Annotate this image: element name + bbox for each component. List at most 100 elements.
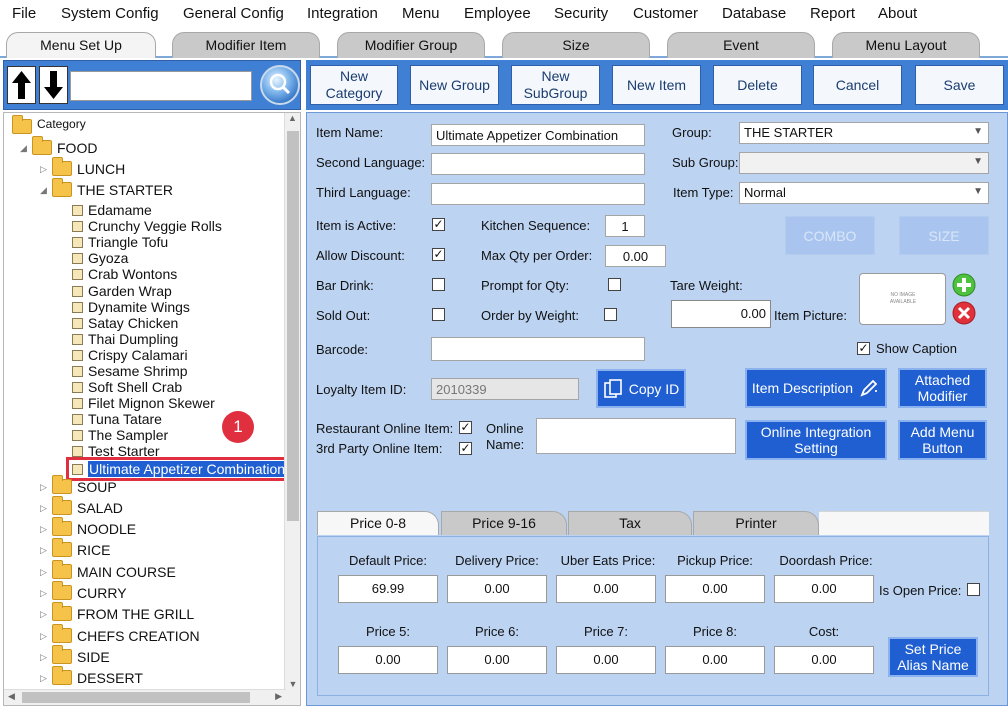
max-qty-input[interactable]: 0.00	[605, 245, 666, 267]
tree-vertical-scrollbar[interactable]: ▲ ▼	[284, 113, 300, 705]
collapse-icon[interactable]: ◢	[40, 185, 47, 196]
tree-node-chefs-creation[interactable]: CHEFS CREATION	[52, 624, 200, 644]
expand-icon[interactable]: ▷	[40, 524, 47, 535]
uber-eats-price-input[interactable]: 0.00	[556, 575, 656, 603]
menu-general-config[interactable]: General Config	[183, 5, 284, 22]
tree-item[interactable]: Crab Wontons	[72, 266, 177, 282]
item-picture[interactable]: NO IMAGE AVAILABLE	[859, 273, 946, 325]
set-price-alias-button[interactable]: Set Price Alias Name	[888, 637, 978, 677]
restaurant-online-checkbox[interactable]: ✓	[459, 421, 472, 434]
tree-item[interactable]: Crunchy Veggie Rolls	[72, 218, 222, 234]
tab-modifier-group[interactable]: Modifier Group	[337, 32, 485, 58]
tree-node-rice[interactable]: RICE	[52, 538, 110, 558]
collapse-icon[interactable]: ◢	[20, 143, 27, 154]
price-6-input[interactable]: 0.00	[447, 646, 547, 674]
tree-item[interactable]: Triangle Tofu	[72, 234, 168, 250]
expand-icon[interactable]: ▷	[40, 673, 47, 684]
attached-modifier-button[interactable]: Attached Modifier	[898, 368, 987, 408]
tare-weight-input[interactable]: 0.00	[671, 300, 771, 328]
cancel-button[interactable]: Cancel	[813, 65, 902, 105]
tree-node-main-course[interactable]: MAIN COURSE	[52, 560, 176, 580]
tree-node-curry[interactable]: CURRY	[52, 581, 127, 601]
doordash-price-input[interactable]: 0.00	[774, 575, 874, 603]
scroll-down-icon[interactable]: ▼	[285, 679, 300, 689]
show-caption-checkbox[interactable]: ✓	[857, 342, 870, 355]
tree-item[interactable]: Filet Mignon Skewer	[72, 395, 215, 411]
scroll-thumb[interactable]	[22, 692, 250, 703]
remove-picture-icon[interactable]	[952, 301, 976, 325]
tab-price-9-16[interactable]: Price 9-16	[441, 511, 567, 535]
tree-item[interactable]: The Sampler	[72, 427, 168, 443]
tree-node-soup[interactable]: SOUP	[52, 475, 117, 495]
menu-report[interactable]: Report	[810, 5, 855, 22]
scroll-thumb[interactable]	[287, 131, 299, 521]
scroll-right-icon[interactable]: ▶	[275, 691, 282, 702]
tree-item[interactable]: Soft Shell Crab	[72, 379, 182, 395]
third-party-online-checkbox[interactable]: ✓	[459, 442, 472, 455]
barcode-input[interactable]	[431, 337, 645, 361]
size-button[interactable]: SIZE	[899, 216, 989, 255]
second-language-input[interactable]	[431, 153, 645, 175]
search-input[interactable]	[70, 71, 252, 101]
tree-node-salad[interactable]: SALAD	[52, 496, 123, 516]
order-by-weight-checkbox[interactable]	[604, 308, 617, 321]
tree-item[interactable]: Gyoza	[72, 250, 128, 266]
sub-group-select[interactable]: ▼	[739, 152, 989, 174]
third-language-input[interactable]	[431, 183, 645, 205]
is-open-price-checkbox[interactable]	[967, 583, 980, 596]
kitchen-sequence-input[interactable]: 1	[605, 215, 645, 237]
expand-icon[interactable]: ▷	[40, 503, 47, 514]
scroll-up-icon[interactable]: ▲	[285, 113, 300, 123]
category-tree[interactable]: Category ◢ FOOD ▷ LUNCH ◢ THE STARTER Ed…	[3, 112, 301, 706]
tree-item[interactable]: Satay Chicken	[72, 315, 178, 331]
tree-item[interactable]: Dynamite Wings	[72, 299, 190, 315]
prompt-qty-checkbox[interactable]	[608, 278, 621, 291]
price-5-input[interactable]: 0.00	[338, 646, 438, 674]
tab-menu-layout[interactable]: Menu Layout	[832, 32, 980, 58]
delivery-price-input[interactable]: 0.00	[447, 575, 547, 603]
online-name-input[interactable]	[536, 418, 736, 454]
menu-menu[interactable]: Menu	[402, 5, 440, 22]
expand-icon[interactable]: ▷	[40, 164, 47, 175]
search-button[interactable]	[260, 65, 300, 105]
online-integration-button[interactable]: Online Integration Setting	[745, 420, 887, 460]
expand-icon[interactable]: ▷	[40, 482, 47, 493]
allow-discount-checkbox[interactable]: ✓	[432, 248, 445, 261]
item-description-button[interactable]: Item Description	[745, 368, 887, 408]
menu-database[interactable]: Database	[722, 5, 786, 22]
tab-menu-set-up[interactable]: Menu Set Up	[6, 32, 156, 58]
menu-about[interactable]: About	[878, 5, 917, 22]
add-picture-icon[interactable]	[952, 273, 976, 297]
item-active-checkbox[interactable]: ✓	[432, 218, 445, 231]
menu-customer[interactable]: Customer	[633, 5, 698, 22]
new-subgroup-button[interactable]: New SubGroup	[511, 65, 600, 105]
tree-node-food[interactable]: FOOD	[32, 136, 97, 156]
default-price-input[interactable]: 69.99	[338, 575, 438, 603]
move-down-button[interactable]	[39, 66, 68, 104]
price-8-input[interactable]: 0.00	[665, 646, 765, 674]
item-type-select[interactable]: Normal ▼	[739, 182, 989, 204]
tree-item[interactable]: Garden Wrap	[72, 283, 172, 299]
tree-node-dessert[interactable]: DESSERT	[52, 666, 143, 686]
tree-node-lunch[interactable]: LUNCH	[52, 157, 125, 177]
expand-icon[interactable]: ▷	[40, 609, 47, 620]
tab-tax[interactable]: Tax	[568, 511, 692, 535]
tree-item[interactable]: Crispy Calamari	[72, 347, 188, 363]
expand-icon[interactable]: ▷	[40, 631, 47, 642]
tab-printer[interactable]: Printer	[693, 511, 819, 535]
new-category-button[interactable]: New Category	[310, 65, 398, 105]
expand-icon[interactable]: ▷	[40, 652, 47, 663]
sold-out-checkbox[interactable]	[432, 308, 445, 321]
expand-icon[interactable]: ▷	[40, 588, 47, 599]
tree-item[interactable]: Thai Dumpling	[72, 331, 178, 347]
tree-node-the-starter[interactable]: THE STARTER	[52, 178, 173, 198]
bar-drink-checkbox[interactable]	[432, 278, 445, 291]
price-7-input[interactable]: 0.00	[556, 646, 656, 674]
save-button[interactable]: Save	[915, 65, 1004, 105]
tree-item-selected[interactable]: Ultimate Appetizer Combination	[66, 457, 293, 481]
combo-button[interactable]: COMBO	[785, 216, 875, 255]
tree-item[interactable]: Edamame	[72, 202, 152, 218]
menu-file[interactable]: File	[12, 5, 36, 22]
tab-event[interactable]: Event	[667, 32, 815, 58]
tree-root[interactable]: Category	[12, 115, 86, 135]
